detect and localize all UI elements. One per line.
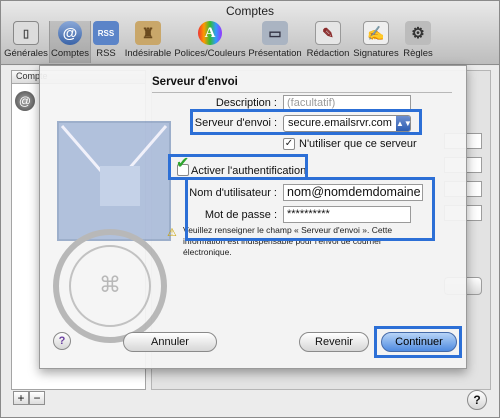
- divider: [152, 92, 452, 93]
- general-icon: ▯: [13, 21, 39, 45]
- enable-authentication-label: Activer l'authentification: [191, 165, 307, 177]
- outgoing-server-value: secure.emailsrvr.com: [288, 117, 392, 129]
- popup-arrows-icon: ▲▼: [396, 116, 412, 131]
- sheet-help-button[interactable]: ?: [53, 332, 71, 350]
- viewing-icon: ▭: [262, 21, 288, 45]
- username-field[interactable]: nom@nomdemdomaine: [283, 184, 423, 201]
- outgoing-server-label: Serveur d'envoi :: [194, 117, 277, 129]
- accounts-icon: @: [58, 21, 82, 45]
- toolbar: ▯ Générales @ Comptes RSS RSS ♜ Indésira…: [1, 19, 499, 65]
- signatures-icon: ✍: [363, 21, 389, 45]
- rss-icon: RSS: [93, 21, 119, 45]
- checkmark-icon: ✔: [176, 155, 190, 172]
- description-field[interactable]: (facultatif): [283, 95, 411, 112]
- tab-viewing[interactable]: ▭ Présentation: [246, 21, 304, 63]
- mail-stamp-icon: ⌘: [53, 121, 171, 343]
- tab-junk-mail[interactable]: ♜ Indésirable: [122, 21, 174, 63]
- password-field[interactable]: **********: [283, 206, 411, 223]
- tab-accounts[interactable]: @ Comptes: [49, 21, 91, 63]
- rules-icon: ⚙: [405, 21, 431, 45]
- add-account-button[interactable]: +: [13, 391, 29, 405]
- warning-message: Veuillez renseigner le champ « Serveur d…: [183, 225, 393, 257]
- description-label: Description :: [215, 97, 277, 109]
- account-icon[interactable]: @: [15, 91, 35, 111]
- account-add-remove: + −: [13, 391, 45, 405]
- enable-authentication-checkbox[interactable]: ✔: [176, 156, 189, 176]
- preferences-window: Comptes ▯ Générales @ Comptes RSS RSS ♜ …: [0, 0, 500, 418]
- tab-signatures[interactable]: ✍ Signatures: [352, 21, 400, 63]
- tab-fonts-colors[interactable]: A Polices/Couleurs: [174, 21, 246, 63]
- junk-mail-icon: ♜: [135, 21, 161, 45]
- tab-general[interactable]: ▯ Générales: [3, 21, 49, 63]
- tab-rss[interactable]: RSS RSS: [91, 21, 121, 63]
- help-button[interactable]: ?: [467, 390, 487, 410]
- outgoing-server-popup[interactable]: secure.emailsrvr.com ▲▼: [283, 115, 412, 132]
- tab-composing[interactable]: ✎ Rédaction: [304, 21, 352, 63]
- use-only-this-server-label: N'utiliser que ce serveur: [299, 138, 417, 150]
- cancel-button[interactable]: Annuler: [123, 332, 217, 352]
- sheet-title: Serveur d'envoi: [152, 76, 238, 88]
- composing-icon: ✎: [315, 21, 341, 45]
- password-label: Mot de passe :: [204, 209, 277, 221]
- use-only-this-server-checkbox[interactable]: ✓: [283, 138, 295, 150]
- username-label: Nom d'utilisateur :: [189, 187, 277, 199]
- back-button[interactable]: Revenir: [299, 332, 369, 352]
- window-title: Comptes: [225, 4, 275, 18]
- title-bar: Comptes ▯ Générales @ Comptes RSS RSS ♜ …: [1, 1, 499, 65]
- tab-rules[interactable]: ⚙ Règles: [401, 21, 435, 63]
- fonts-colors-icon: A: [198, 21, 222, 45]
- remove-account-button[interactable]: −: [29, 391, 45, 405]
- warning-icon: ⚠: [167, 227, 177, 239]
- svg-text:⌘: ⌘: [99, 273, 121, 298]
- continue-button[interactable]: Continuer: [381, 332, 457, 352]
